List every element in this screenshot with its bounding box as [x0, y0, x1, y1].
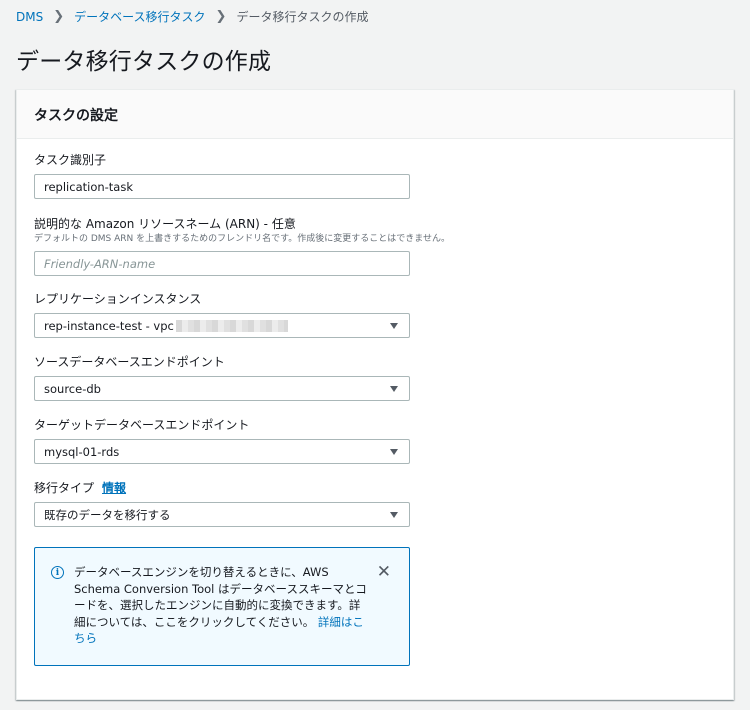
migration-type-label: 移行タイプ [34, 481, 95, 495]
task-identifier-label: タスク識別子 [34, 153, 107, 167]
target-endpoint-select[interactable]: mysql-01-rds [34, 439, 410, 464]
migration-type-info-link[interactable]: 情報 [102, 480, 126, 496]
breadcrumb-chevron-icon: ❯ [215, 9, 227, 24]
page-title: データ移行タスクの作成 [16, 49, 272, 75]
migration-type-field: 移行タイプ 情報 既存のデータを移行する [34, 480, 410, 527]
close-icon[interactable]: ✕ [377, 564, 391, 581]
migration-type-select[interactable]: 既存のデータを移行する [34, 502, 410, 527]
info-icon: i [51, 566, 64, 579]
target-endpoint-value: mysql-01-rds [44, 444, 120, 459]
migration-type-value: 既存のデータを移行する [44, 507, 171, 522]
arn-label: 説明的な Amazon リソースネーム (ARN) - 任意 [34, 217, 296, 231]
panel-title: タスクの設定 [34, 108, 118, 124]
replication-instance-value: rep-instance-test - vpc [44, 318, 174, 333]
source-endpoint-select[interactable]: source-db [34, 376, 410, 401]
redacted-block [175, 319, 288, 332]
target-endpoint-field: ターゲットデータベースエンドポイント mysql-01-rds [34, 417, 410, 464]
breadcrumb: DMS ❯ データベース移行タスク ❯ データ移行タスクの作成 [16, 9, 368, 25]
caret-down-icon [390, 323, 398, 329]
breadcrumb-current: データ移行タスクの作成 [236, 10, 369, 24]
source-endpoint-label: ソースデータベースエンドポイント [34, 355, 225, 369]
breadcrumb-tasks-link[interactable]: データベース移行タスク [74, 9, 205, 25]
arn-input[interactable] [34, 251, 410, 276]
caret-down-icon [390, 386, 398, 392]
replication-instance-field: レプリケーションインスタンス rep-instance-test - vpc [34, 291, 410, 338]
replication-instance-label: レプリケーションインスタンス [34, 292, 202, 306]
task-identifier-input[interactable] [34, 174, 410, 199]
panel-header: タスクの設定 [17, 90, 733, 139]
migration-type-label-row: 移行タイプ 情報 [34, 480, 410, 496]
task-identifier-field: タスク識別子 [34, 152, 410, 199]
caret-down-icon [390, 449, 398, 455]
alert-text-block: データベースエンジンを切り替えるときに、AWS Schema Conversio… [74, 564, 369, 647]
sct-info-alert: i ✕ データベースエンジンを切り替えるときに、AWS Schema Conve… [34, 547, 410, 666]
replication-instance-select[interactable]: rep-instance-test - vpc [34, 313, 410, 338]
task-settings-panel: タスクの設定 タスク識別子 説明的な Amazon リソースネーム (ARN) … [16, 89, 734, 700]
caret-down-icon [390, 512, 398, 518]
arn-field: 説明的な Amazon リソースネーム (ARN) - 任意 デフォルトの DM… [34, 216, 450, 276]
source-endpoint-field: ソースデータベースエンドポイント source-db [34, 354, 410, 401]
source-endpoint-value: source-db [44, 381, 101, 396]
breadcrumb-chevron-icon: ❯ [53, 9, 65, 24]
target-endpoint-label: ターゲットデータベースエンドポイント [34, 418, 250, 432]
breadcrumb-dms-link[interactable]: DMS [16, 9, 43, 25]
arn-description: デフォルトの DMS ARN を上書きするためのフレンドリ名です。作成後に変更す… [34, 234, 450, 244]
